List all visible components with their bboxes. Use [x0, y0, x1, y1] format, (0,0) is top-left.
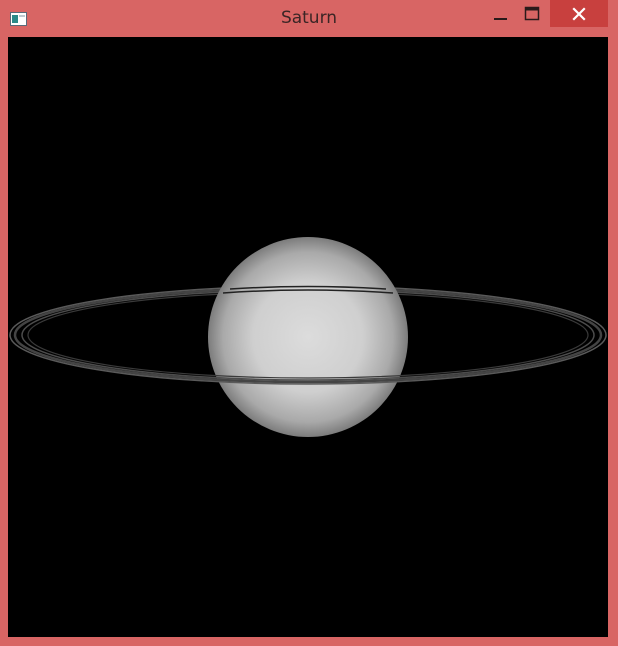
maximize-icon	[524, 6, 540, 20]
close-button[interactable]	[550, 0, 608, 27]
minimize-icon	[494, 17, 507, 20]
app-window: Saturn	[0, 0, 618, 646]
close-icon	[572, 6, 586, 21]
minimize-button[interactable]	[486, 0, 514, 27]
title-bar[interactable]: Saturn	[0, 0, 618, 37]
planet-sphere	[208, 237, 408, 437]
render-canvas[interactable]	[8, 37, 608, 637]
maximize-button[interactable]	[518, 0, 546, 27]
